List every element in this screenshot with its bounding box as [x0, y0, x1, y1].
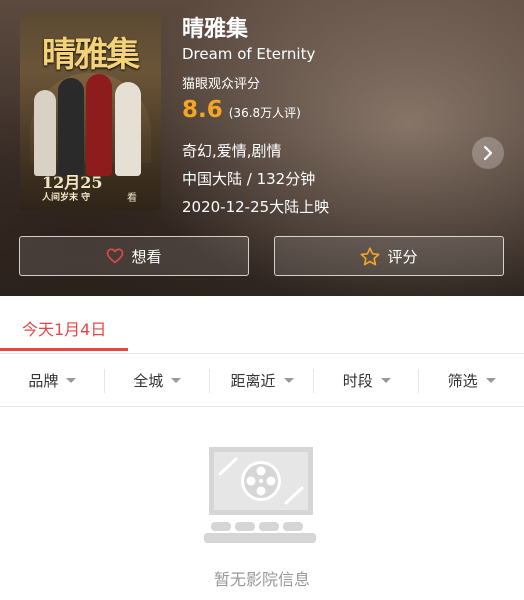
filter-distance[interactable]: 距离近	[210, 354, 315, 406]
filter-label: 全城	[133, 371, 164, 390]
movie-header: 晴雅集 12月25 人间岁末 守 看 晴雅集 Dream of Eternity…	[0, 0, 524, 296]
filter-brand[interactable]: 品牌	[0, 354, 105, 406]
caret-down-icon	[283, 377, 294, 383]
movie-country-duration: 中国大陆 / 132分钟	[182, 170, 316, 188]
poster-watch-art: 看	[127, 193, 137, 204]
want-to-watch-label: 想看	[131, 247, 162, 266]
caret-down-icon	[66, 377, 77, 383]
movie-genres: 奇幻,爱情,剧情	[182, 142, 282, 160]
star-icon	[360, 246, 380, 265]
caret-down-icon	[380, 377, 391, 383]
movie-detail-button[interactable]	[472, 137, 504, 169]
caret-down-icon	[485, 377, 496, 383]
filter-bar: 品牌 全城 距离近 时段 筛选	[0, 354, 524, 407]
heart-icon	[107, 248, 124, 264]
poster-figure	[115, 82, 141, 176]
rate-button[interactable]: 评分	[274, 236, 504, 276]
want-to-watch-button[interactable]: 想看	[19, 236, 249, 276]
filter-label: 筛选	[447, 371, 478, 390]
rating-label: 猫眼观众评分	[182, 77, 261, 92]
date-tab-bar: 今天1月4日	[0, 296, 524, 354]
caret-down-icon	[171, 377, 182, 383]
movie-release-date: 2020-12-25大陆上映	[182, 198, 330, 216]
filter-label: 品牌	[28, 371, 59, 390]
rating-score: 8.6	[182, 97, 223, 123]
cinema-placeholder-icon	[200, 446, 324, 550]
rating-row: 8.6 (36.8万人评)	[182, 97, 301, 123]
chevron-right-icon	[483, 145, 493, 161]
poster-figure	[34, 90, 56, 176]
filter-label: 距离近	[230, 371, 276, 390]
filter-time[interactable]: 时段	[314, 354, 419, 406]
movie-poster[interactable]: 晴雅集 12月25 人间岁末 守 看	[20, 13, 161, 210]
poster-tagline-art: 人间岁末 守	[42, 193, 91, 203]
movie-title-english: Dream of Eternity	[182, 45, 316, 63]
filter-label: 时段	[342, 371, 373, 390]
tab-today[interactable]: 今天1月4日	[22, 316, 106, 340]
active-tab-indicator	[0, 348, 128, 351]
poster-figure	[58, 78, 84, 176]
filter-area[interactable]: 全城	[105, 354, 210, 406]
filter-more[interactable]: 筛选	[419, 354, 524, 406]
empty-state-message: 暂无影院信息	[213, 570, 310, 589]
rating-count: (36.8万人评)	[228, 106, 301, 120]
poster-figure	[86, 74, 112, 176]
rate-label: 评分	[387, 247, 418, 266]
movie-title: 晴雅集	[182, 17, 249, 42]
poster-title-art: 晴雅集	[42, 35, 140, 75]
